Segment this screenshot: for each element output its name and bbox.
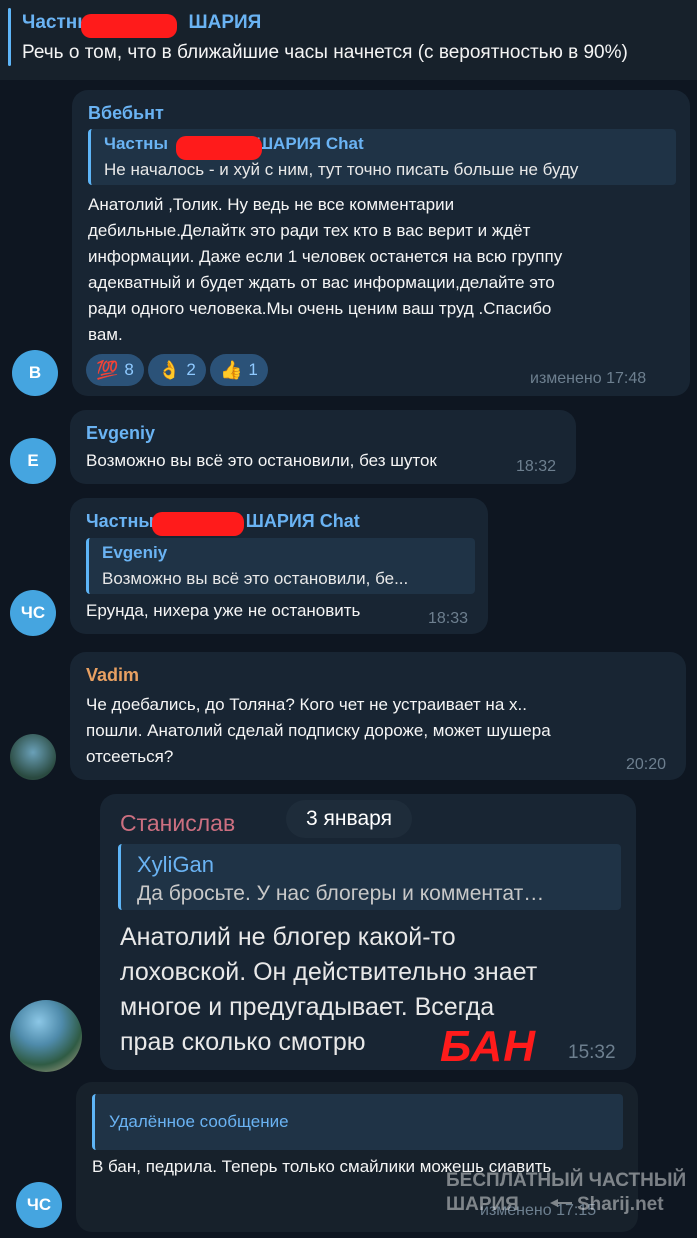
message-text: Анатолий ,Толик. Ну ведь не все коммента… xyxy=(88,195,563,344)
watermark-line2-left: ШАРИЯ xyxy=(446,1194,519,1215)
hundred-points-icon: 💯 xyxy=(96,359,119,380)
reply-text: Удалённое сообщение xyxy=(109,1112,289,1131)
reply-text: Да бросьте. У нас блогеры и комментат… xyxy=(137,882,545,905)
pinned-message[interactable]: Частны ШАРИЯ Речь о том, что в ближайшие … xyxy=(0,0,697,80)
reaction-count: 8 xyxy=(124,360,134,379)
redaction-mark xyxy=(152,512,244,536)
reply-text: Возможно вы всё это остановили, бе... xyxy=(102,569,409,588)
avatar[interactable]: В xyxy=(12,350,58,396)
sender-name[interactable]: Станислав xyxy=(120,810,235,837)
reply-quote[interactable]: XyliGan Да бросьте. У нас блогеры и комм… xyxy=(118,844,621,910)
message-text: Возможно вы всё это остановили, без шуто… xyxy=(86,451,437,470)
reaction-count: 1 xyxy=(248,360,258,379)
reply-quote[interactable]: Частны ШАРИЯ Chat Не началось - и хуй с н… xyxy=(88,129,676,185)
message-time: изменено 17:48 xyxy=(530,370,647,387)
message-bubble[interactable]: Evgeniy Возможно вы всё это остановили, … xyxy=(70,410,576,484)
reply-text: Не началось - и хуй с ним, тут точно пис… xyxy=(104,160,579,179)
message-time: 20:20 xyxy=(626,756,667,773)
avatar[interactable]: ЧС xyxy=(10,590,56,636)
thumbs-up-icon: 👍 xyxy=(220,359,243,380)
reply-quote[interactable]: Evgeniy Возможно вы всё это остановили, … xyxy=(86,538,475,594)
message-bubble[interactable]: Вбебьнт Частны ШАРИЯ Chat Не началось - и… xyxy=(72,90,690,396)
ok-hand-icon: 👌 xyxy=(158,359,181,380)
sender-name[interactable]: Evgeniy xyxy=(86,423,155,444)
ban-stamp: БАН xyxy=(440,1022,537,1071)
reaction-ok-hand[interactable]: 👌 2 xyxy=(148,354,206,386)
message-bubble[interactable]: Частны ШАРИЯ Chat Evgeniy Возможно вы всё… xyxy=(70,498,488,634)
message-text: Анатолий не блогер какой-то лоховской. О… xyxy=(120,923,538,1056)
watermark-line2-right: Sharij.net xyxy=(577,1194,664,1215)
watermark-line1: БЕСПЛАТНЫЙ ЧАСТНЫЙ xyxy=(446,1170,687,1191)
reaction-count: 2 xyxy=(186,360,196,379)
avatar-letter: ЧС xyxy=(26,1195,52,1214)
reply-sender: Evgeniy xyxy=(102,543,168,562)
message-time: 18:33 xyxy=(428,610,469,627)
reaction-hundred[interactable]: 💯 8 xyxy=(86,354,144,386)
reaction-thumbs-up[interactable]: 👍 1 xyxy=(210,354,268,386)
message-time: 15:32 xyxy=(568,1042,616,1063)
avatar-letter: В xyxy=(28,363,42,382)
message-text: Ерунда, нихера уже не остановить xyxy=(86,601,361,620)
redaction-mark xyxy=(176,136,262,160)
arrow-left-icon xyxy=(550,1199,572,1207)
date-separator: 3 января xyxy=(286,800,412,838)
reply-sender: XyliGan xyxy=(137,852,215,877)
avatar[interactable] xyxy=(10,1000,82,1072)
avatar[interactable] xyxy=(10,734,56,780)
avatar-letter: E xyxy=(27,451,39,470)
message-time: 18:32 xyxy=(516,458,557,475)
avatar[interactable]: ЧС xyxy=(16,1182,62,1228)
pinned-text: Речь о том, что в ближайшие часы начнетс… xyxy=(22,42,628,63)
message-text: Че доебались, до Толяна? Кого чет не уст… xyxy=(86,695,551,766)
reply-quote[interactable]: Удалённое сообщение xyxy=(92,1094,623,1150)
redaction-mark xyxy=(81,14,177,38)
sender-name[interactable]: Vadim xyxy=(86,665,139,686)
avatar[interactable]: E xyxy=(10,438,56,484)
sender-name[interactable]: Вбебьнт xyxy=(88,103,164,124)
message-bubble[interactable]: Vadim Че доебались, до Толяна? Кого чет … xyxy=(70,652,686,780)
message-bubble[interactable]: Удалённое сообщение В бан, педрила. Тепе… xyxy=(76,1082,638,1232)
pinned-accent-bar xyxy=(8,8,11,66)
avatar-letter: ЧС xyxy=(20,603,46,622)
